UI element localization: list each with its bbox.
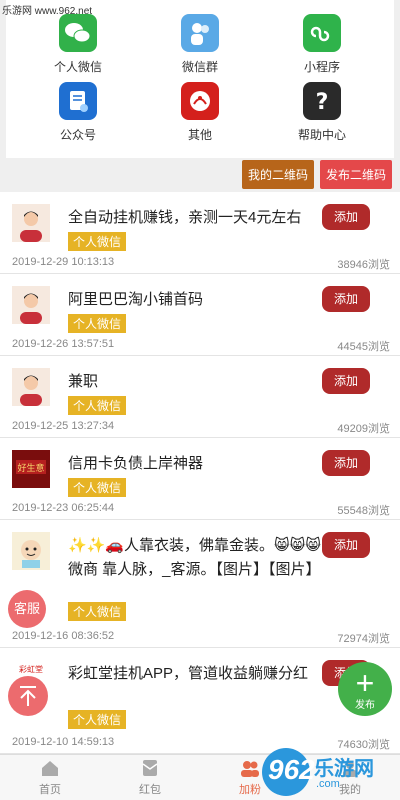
watermark-brand: 乐游网 — [314, 758, 374, 780]
publish-label: 发布 — [355, 700, 375, 711]
arrow-up-icon — [20, 686, 36, 706]
customer-service-button[interactable]: 客服 — [8, 590, 46, 628]
publish-float-button[interactable]: + 发布 — [338, 662, 392, 716]
grid-item-other[interactable]: 其他 — [140, 82, 260, 143]
post-date: 2019-12-10 14:59:13 — [12, 736, 115, 748]
view-count: 55548浏览 — [337, 505, 390, 517]
grid-item-wechat-group[interactable]: 微信群 — [140, 14, 260, 75]
category-tag: 个人微信 — [68, 478, 127, 497]
scroll-top-button[interactable] — [8, 676, 48, 716]
post-date: 2019-12-29 10:13:13 — [12, 256, 115, 268]
watermark-top: 乐游网 www.962.net — [2, 6, 93, 17]
wechat-icon — [59, 14, 97, 52]
red-packet-icon — [140, 759, 160, 777]
tab-red-packet[interactable]: 红包 — [110, 759, 190, 797]
grid-item-personal-wechat[interactable]: 个人微信 — [18, 14, 138, 75]
category-tag: 个人微信 — [68, 314, 127, 333]
grid-item-help-center[interactable]: ? 帮助中心 — [262, 82, 382, 143]
svg-text:?: ? — [316, 90, 329, 115]
watermark-url: .com — [316, 778, 340, 790]
add-button[interactable]: 添加 — [322, 450, 370, 476]
list-item[interactable]: ✨✨🚗人靠衣装，佛靠金装。😸😸😸 微商 靠人脉，_客源。【图片】【图片】 个人微… — [0, 520, 400, 648]
fans-icon — [240, 759, 260, 777]
post-title: 彩虹堂挂机APP，管道收益躺赚分红 — [68, 665, 309, 682]
avatar — [12, 286, 50, 324]
qr-action-row: 我的二维码 发布二维码 — [241, 160, 392, 189]
add-button[interactable]: 添加 — [322, 286, 370, 312]
category-tag: 个人微信 — [68, 602, 127, 621]
grid-label: 个人微信 — [53, 60, 102, 74]
svg-text:好生意: 好生意 — [17, 462, 44, 474]
grid-label: 小程序 — [303, 60, 340, 74]
category-grid: 个人微信 微信群 小程序 公众号 其他 ? 帮助中心 — [6, 0, 394, 158]
post-date: 2019-12-23 06:25:44 — [12, 502, 115, 514]
grid-label: 公众号 — [59, 128, 96, 142]
post-date: 2019-12-16 08:36:52 — [12, 630, 115, 642]
view-count: 72974浏览 — [337, 633, 390, 645]
group-icon — [181, 14, 219, 52]
avatar — [12, 204, 50, 242]
site-watermark: 962 乐游网 .com — [262, 748, 396, 796]
post-title: 信用卡负债上岸神器 — [68, 455, 204, 472]
add-button[interactable]: 添加 — [322, 368, 370, 394]
post-date: 2019-12-25 13:27:34 — [12, 420, 115, 432]
tab-label: 红包 — [139, 784, 161, 796]
view-count: 38946浏览 — [337, 259, 390, 271]
category-tag: 个人微信 — [68, 232, 127, 251]
add-button[interactable]: 添加 — [322, 204, 370, 230]
post-date: 2019-12-26 13:57:51 — [12, 338, 115, 350]
post-title: ✨✨🚗人靠衣装，佛靠金装。😸😸😸 微商 靠人脉，_客源。【图片】【图片】 — [68, 537, 321, 578]
tab-label: 首页 — [39, 784, 61, 796]
post-title: 全自动挂机赚钱，亲测一天4元左右 — [68, 209, 302, 226]
mini-program-icon — [303, 14, 341, 52]
grid-label: 帮助中心 — [297, 128, 346, 142]
grid-item-mini-program[interactable]: 小程序 — [262, 14, 382, 75]
view-count: 49209浏览 — [337, 423, 390, 435]
list-item[interactable]: 好生意 信用卡负债上岸神器 个人微信 添加 2019-12-23 06:25:4… — [0, 438, 400, 520]
tab-home[interactable]: 首页 — [10, 759, 90, 797]
home-icon — [40, 759, 60, 777]
tab-label: 加粉 — [239, 784, 261, 796]
grid-item-official-account[interactable]: 公众号 — [18, 82, 138, 143]
my-qr-button[interactable]: 我的二维码 — [241, 160, 314, 189]
post-title: 兼职 — [68, 373, 99, 390]
official-account-icon — [59, 82, 97, 120]
category-tag: 个人微信 — [68, 710, 127, 729]
plus-icon: + — [355, 665, 375, 701]
list-item[interactable]: 兼职 个人微信 添加 2019-12-25 13:27:34 49209浏览 — [0, 356, 400, 438]
other-icon — [181, 82, 219, 120]
avatar — [12, 368, 50, 406]
add-button[interactable]: 添加 — [322, 532, 370, 558]
category-tag: 个人微信 — [68, 396, 127, 415]
grid-label: 其他 — [187, 128, 212, 142]
help-icon: ? — [303, 82, 341, 120]
list-item[interactable]: 全自动挂机赚钱，亲测一天4元左右 个人微信 添加 2019-12-29 10:1… — [0, 192, 400, 274]
avatar — [12, 532, 50, 570]
grid-label: 微信群 — [181, 60, 218, 74]
svg-text:彩虹堂: 彩虹堂 — [19, 664, 43, 674]
post-title: 阿里巴巴淘小铺首码 — [68, 291, 204, 308]
publish-qr-button[interactable]: 发布二维码 — [319, 160, 392, 189]
avatar: 好生意 — [12, 450, 50, 488]
watermark-number: 962 — [268, 754, 315, 785]
list-item[interactable]: 阿里巴巴淘小铺首码 个人微信 添加 2019-12-26 13:57:51 44… — [0, 274, 400, 356]
view-count: 44545浏览 — [337, 341, 390, 353]
